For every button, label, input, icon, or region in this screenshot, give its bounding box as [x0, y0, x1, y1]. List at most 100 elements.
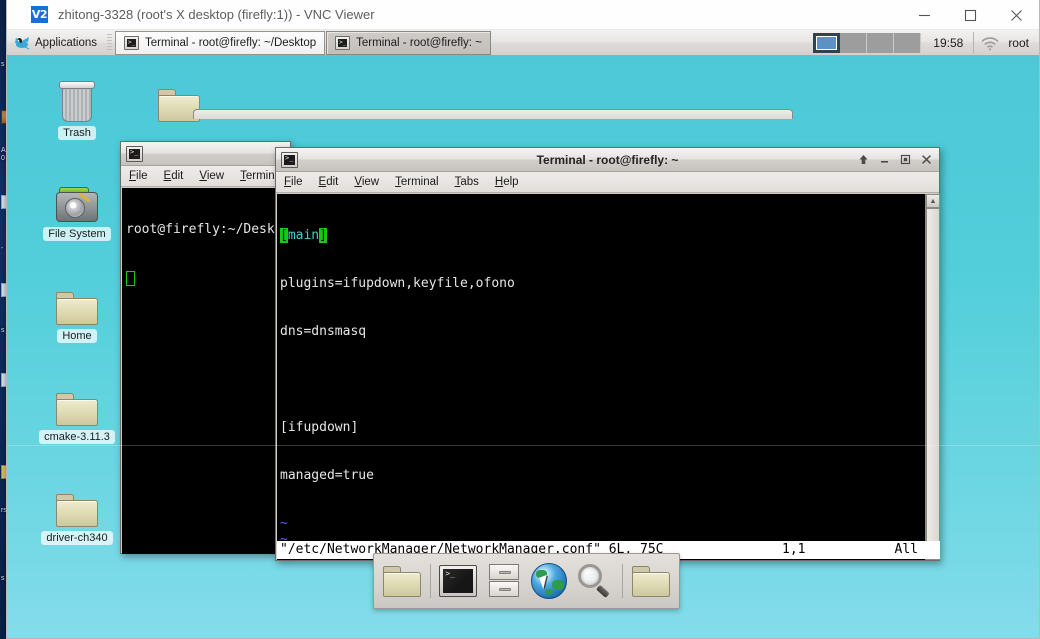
- dock-item-search[interactable]: [575, 561, 615, 601]
- task-button-terminal-desktop[interactable]: >_ Terminal - root@firefly: ~/Desktop: [115, 31, 325, 55]
- dock-item-web-browser[interactable]: [529, 561, 569, 601]
- workspace-switcher[interactable]: [813, 30, 921, 56]
- vim-status-position: 1,1: [782, 541, 805, 559]
- scrollbar-thumb[interactable]: [926, 208, 940, 546]
- dock-item-terminal[interactable]: >_: [438, 561, 478, 601]
- application-dock: >_: [373, 553, 680, 609]
- task-button-terminal-home[interactable]: >_ Terminal - root@firefly: ~: [326, 31, 491, 55]
- xfce-panel: Applications >_ Terminal - root@firefly:…: [7, 30, 1039, 56]
- maximize-button[interactable]: [896, 151, 915, 169]
- menu-view[interactable]: View: [199, 170, 224, 182]
- panel-clock[interactable]: 19:58: [923, 36, 973, 50]
- vim-editor-buffer[interactable]: [main] plugins=ifupdown,keyfile,ofono dn…: [277, 194, 925, 560]
- menu-edit[interactable]: Edit: [319, 176, 339, 188]
- menu-file[interactable]: File: [129, 170, 148, 182]
- active-terminal-window[interactable]: >_ Terminal - root@firefly: ~: [275, 147, 940, 561]
- desktop-icon-driver-ch340[interactable]: driver-ch340: [31, 480, 123, 546]
- desktop-icon-label: driver-ch340: [41, 531, 112, 545]
- panel-separator: [973, 32, 974, 54]
- vim-line-3: dns=dnsmasq: [280, 324, 925, 340]
- close-button[interactable]: [917, 151, 936, 169]
- user-indicator[interactable]: root: [1008, 36, 1029, 50]
- wifi-icon[interactable]: [980, 35, 1000, 51]
- active-terminal-content-area[interactable]: [main] plugins=ifupdown,keyfile,ofono dn…: [277, 194, 940, 560]
- menu-edit[interactable]: Edit: [164, 170, 184, 182]
- dock-item-file-manager[interactable]: [484, 561, 524, 601]
- vim-line-5: [ifupdown]: [280, 420, 925, 436]
- desktop-icon-home[interactable]: Home: [31, 278, 123, 344]
- vnc-window-title: zhitong-3328 (root's X desktop (firefly:…: [58, 7, 375, 22]
- menu-file[interactable]: File: [284, 176, 303, 188]
- vim-status-percent: All: [895, 541, 918, 559]
- desktop-icon-label: Trash: [58, 126, 96, 140]
- vim-line-6: managed=true: [280, 468, 925, 484]
- vnc-viewer-window: V2 zhitong-3328 (root's X desktop (firef…: [6, 0, 1040, 639]
- vim-section-name: main: [288, 228, 319, 243]
- folder-icon: [31, 480, 123, 528]
- desktop-icon-cmake[interactable]: cmake-3.11.3: [31, 379, 123, 445]
- dock-separator: [430, 564, 431, 598]
- terminal-icon: >_: [124, 36, 139, 50]
- vnc-logo-icon: V2: [31, 6, 48, 23]
- desktop-icon-file-system[interactable]: File System: [31, 176, 123, 242]
- vnc-maximize-button[interactable]: [947, 0, 993, 30]
- background-terminal-window[interactable]: >_ File Edit View Termina root@firefly:~…: [120, 141, 291, 554]
- xfce-mouse-icon: [14, 35, 30, 50]
- folder-icon: [31, 278, 123, 326]
- applications-menu-button[interactable]: Applications: [9, 31, 104, 55]
- folder-icon: [383, 566, 421, 597]
- shade-button[interactable]: [854, 151, 873, 169]
- desktop-icon-label: cmake-3.11.3: [39, 430, 115, 444]
- background-terminal-menubar: File Edit View Termina: [121, 166, 290, 187]
- vnc-window-controls: [901, 0, 1039, 30]
- vim-line-1: [main]: [280, 228, 925, 244]
- vim-cursor: [: [280, 228, 288, 243]
- menu-terminal[interactable]: Terminal: [395, 176, 438, 188]
- hard-drive-icon: [31, 176, 123, 224]
- vnc-close-button[interactable]: [993, 0, 1039, 30]
- dock-item-folder[interactable]: [382, 561, 422, 601]
- menu-help[interactable]: Help: [495, 176, 519, 188]
- active-terminal-window-controls: [854, 151, 939, 169]
- scroll-up-arrow-icon[interactable]: ▲: [926, 194, 940, 208]
- active-terminal-title: Terminal - root@firefly: ~: [276, 153, 939, 167]
- workspace-1-button[interactable]: [813, 33, 840, 53]
- minimize-button[interactable]: [875, 151, 894, 169]
- active-terminal-titlebar[interactable]: >_ Terminal - root@firefly: ~: [276, 148, 939, 172]
- terminal-scrollbar[interactable]: ▲ ▼: [925, 194, 940, 560]
- vim-line-4: [280, 372, 925, 388]
- folder-icon: [632, 566, 670, 597]
- menu-tabs[interactable]: Tabs: [455, 176, 479, 188]
- task-button-label: Terminal - root@firefly: ~: [356, 37, 482, 49]
- terminal-icon: >_: [439, 565, 477, 597]
- active-terminal-menubar: File Edit View Terminal Tabs Help: [276, 172, 939, 193]
- task-button-label: Terminal - root@firefly: ~/Desktop: [145, 37, 316, 49]
- terminal-icon: >_: [335, 36, 350, 50]
- web-browser-icon: [531, 563, 567, 599]
- terminal-prompt-line: root@firefly:~/Desk: [126, 222, 291, 238]
- background-terminal-titlebar[interactable]: >_: [121, 142, 290, 166]
- file-manager-icon: [489, 564, 519, 598]
- folder-icon: [31, 379, 123, 427]
- remote-desktop-area[interactable]: Applications >_ Terminal - root@firefly:…: [7, 30, 1039, 638]
- window-tasklist: >_ Terminal - root@firefly: ~/Desktop >_…: [115, 30, 492, 56]
- vim-empty-line-marker: ~: [280, 516, 925, 532]
- desktop-icon-trash[interactable]: Trash: [31, 75, 123, 141]
- workspace-2-button[interactable]: [840, 33, 867, 53]
- vim-line-2: plugins=ifupdown,keyfile,ofono: [280, 276, 925, 292]
- terminal-cursor: [126, 271, 135, 286]
- background-window-edge[interactable]: [193, 109, 793, 119]
- trash-icon: [31, 75, 123, 123]
- vnc-titlebar[interactable]: V2 zhitong-3328 (root's X desktop (firef…: [7, 0, 1039, 30]
- panel-separator: [107, 34, 112, 52]
- vnc-minimize-button[interactable]: [901, 0, 947, 30]
- terminal-icon: >_: [126, 146, 143, 162]
- search-icon: [578, 564, 612, 598]
- menu-view[interactable]: View: [354, 176, 379, 188]
- workspace-3-button[interactable]: [867, 33, 894, 53]
- dock-separator: [622, 564, 623, 598]
- background-terminal-content[interactable]: root@firefly:~/Desk: [122, 188, 291, 554]
- workspace-4-button[interactable]: [894, 33, 921, 53]
- terminal-icon: >_: [281, 152, 298, 168]
- dock-item-folder-2[interactable]: [631, 561, 671, 601]
